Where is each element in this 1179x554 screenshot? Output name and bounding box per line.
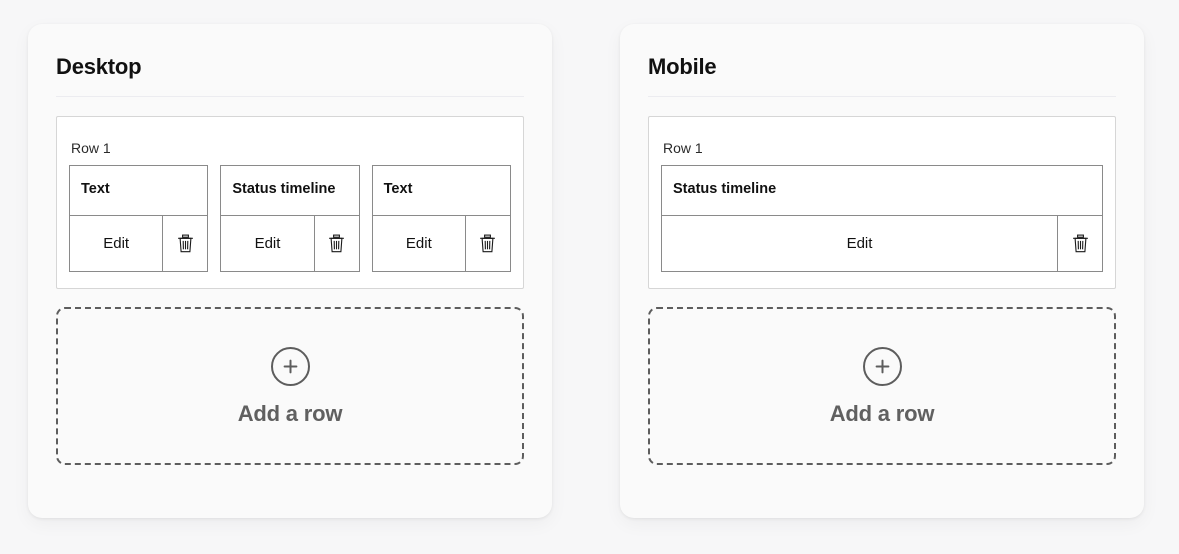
- mobile-row-label: Row 1: [663, 140, 703, 157]
- edit-button[interactable]: Edit: [70, 216, 162, 271]
- edit-button[interactable]: Edit: [221, 216, 313, 271]
- trash-icon: [177, 234, 193, 253]
- desktop-row-container: Row 1 Text Edit Status timeline Edit Tex…: [56, 116, 524, 290]
- edit-button[interactable]: Edit: [662, 216, 1057, 271]
- widget-action-bar: Edit: [221, 215, 359, 272]
- widget-title: Status timeline: [232, 181, 336, 198]
- widget-card: Status timeline Edit: [661, 165, 1103, 273]
- mobile-panel-title: Mobile: [648, 54, 717, 79]
- widget-title: Status timeline: [673, 181, 777, 198]
- add-row-label: Add a row: [829, 401, 935, 427]
- widget-action-bar: Edit: [662, 215, 1102, 272]
- add-row-button[interactable]: Add a row: [648, 307, 1116, 466]
- mobile-layout-panel: Mobile Row 1 Status timeline Edit Add a …: [620, 24, 1144, 518]
- add-row-button[interactable]: Add a row: [56, 307, 524, 466]
- mobile-widget-list: Status timeline Edit: [661, 165, 1103, 273]
- desktop-widget-list: Text Edit Status timeline Edit Text Edit: [69, 165, 511, 273]
- trash-icon: [329, 234, 345, 253]
- plus-circle-icon: [270, 347, 310, 387]
- panel-header-divider: [56, 96, 524, 98]
- trash-icon: [1072, 234, 1088, 253]
- trash-icon: [480, 234, 496, 253]
- widget-action-bar: Edit: [70, 215, 208, 272]
- panel-header-divider: [648, 96, 1116, 98]
- delete-button[interactable]: [313, 216, 359, 272]
- add-row-label: Add a row: [237, 401, 343, 427]
- desktop-layout-panel: Desktop Row 1 Text Edit Status timeline …: [28, 24, 552, 518]
- desktop-panel-title: Desktop: [56, 54, 142, 79]
- widget-title: Text: [383, 181, 413, 198]
- delete-button[interactable]: [162, 216, 207, 272]
- delete-button[interactable]: [464, 216, 510, 272]
- delete-button[interactable]: [1057, 216, 1102, 272]
- widget-card: Text Edit: [371, 165, 511, 273]
- mobile-row-container: Row 1 Status timeline Edit: [648, 116, 1116, 290]
- widget-card: Text Edit: [69, 165, 209, 273]
- edit-button[interactable]: Edit: [373, 216, 465, 271]
- plus-circle-icon: [862, 347, 902, 387]
- widget-card: Status timeline Edit: [220, 165, 360, 273]
- layout-editor: Desktop Row 1 Text Edit Status timeline …: [0, 0, 1179, 554]
- desktop-row-label: Row 1: [71, 140, 111, 157]
- widget-action-bar: Edit: [372, 215, 510, 272]
- widget-title: Text: [81, 181, 110, 198]
